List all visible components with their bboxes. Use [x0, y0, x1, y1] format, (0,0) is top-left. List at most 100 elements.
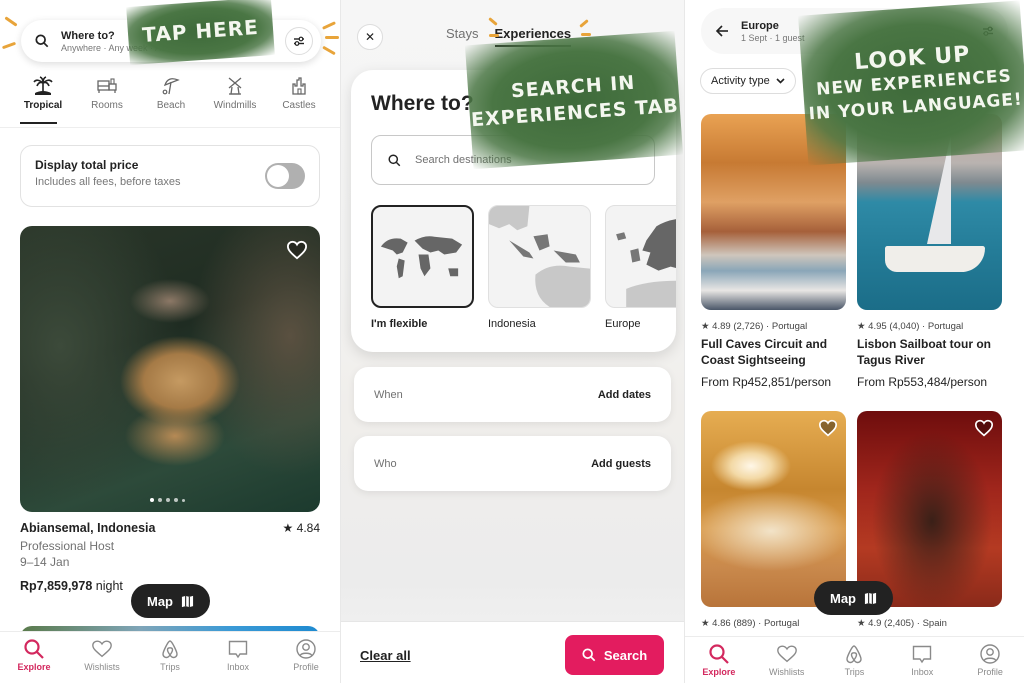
- experience-meta: ★ 4.95 (4,040) · Portugal: [857, 321, 964, 332]
- tab-profile[interactable]: Profile: [276, 638, 336, 672]
- annotation-dash: [4, 16, 18, 27]
- price-unit: night: [95, 579, 123, 593]
- tab-trips[interactable]: Trips: [140, 638, 200, 672]
- star-icon: ★: [701, 321, 710, 332]
- message-icon: [228, 640, 248, 659]
- search-icon: [388, 153, 401, 166]
- back-arrow-icon[interactable]: [715, 24, 729, 38]
- rating-value: 4.86: [712, 618, 731, 629]
- map-icon: [864, 592, 877, 604]
- region-flexible[interactable]: I'm flexible: [371, 205, 474, 345]
- experience-photo[interactable]: [857, 411, 1002, 607]
- region-carousel: I'm flexible Indonesia Europe: [371, 205, 676, 345]
- tab-label: Inbox: [911, 667, 934, 677]
- pagination-dot: [150, 498, 154, 502]
- listing-host: Professional Host: [20, 539, 115, 553]
- who-row[interactable]: Who Add guests: [354, 436, 671, 491]
- listing-info[interactable]: Abiansemal, Indonesia ★ 4.84 Professiona…: [20, 521, 320, 593]
- annotation-dash: [489, 34, 499, 37]
- close-button[interactable]: ✕: [357, 24, 383, 50]
- listing-dates: 9–14 Jan: [20, 555, 70, 569]
- rating-value: 4.9: [868, 618, 882, 629]
- experience-country: Portugal: [771, 321, 808, 332]
- listing-photo[interactable]: [20, 226, 320, 512]
- search-icon: [24, 639, 44, 659]
- chip-label: Activity type: [711, 75, 770, 87]
- map-button[interactable]: Map: [814, 581, 893, 615]
- activity-type-chip[interactable]: Activity type: [700, 68, 796, 94]
- tab-trips[interactable]: Trips: [824, 643, 884, 677]
- tab-inbox[interactable]: Inbox: [892, 643, 952, 677]
- profile-icon: [296, 639, 316, 659]
- filter-chips: Activity type: [700, 68, 796, 94]
- close-icon: ✕: [364, 30, 376, 44]
- wishlist-heart-icon[interactable]: [974, 419, 994, 437]
- rating-value: 4.84: [296, 521, 320, 535]
- region-label: Europe: [605, 318, 641, 330]
- tab-profile[interactable]: Profile: [960, 643, 1020, 677]
- tab-label: Wishlists: [768, 667, 805, 677]
- tab-label: Trips: [844, 667, 865, 677]
- filters-button[interactable]: [285, 27, 313, 55]
- tab-label: Profile: [977, 667, 1003, 677]
- screenshot-collage: Where to? Anywhere · Any week · Add gues…: [0, 0, 1024, 683]
- experience-photo[interactable]: [701, 411, 846, 607]
- category-beach[interactable]: Beach: [142, 76, 200, 111]
- search-button[interactable]: Search: [565, 635, 664, 675]
- wishlist-heart-icon[interactable]: [818, 419, 838, 437]
- annotation-text: TAP HERE: [141, 14, 260, 48]
- experience-country: Portugal: [927, 321, 964, 332]
- tab-explore[interactable]: Explore: [689, 643, 749, 677]
- experience-price: From Rp553,484/person: [857, 375, 988, 389]
- category-rooms[interactable]: Rooms: [78, 76, 136, 111]
- experience-meta: ★ 4.86 (889) · Portugal: [701, 618, 800, 629]
- boat-decoration: [885, 246, 985, 272]
- active-category-indicator: [20, 122, 57, 124]
- wishlist-heart-icon[interactable]: [286, 240, 308, 260]
- tab-explore[interactable]: Explore: [4, 638, 64, 672]
- region-label: Indonesia: [488, 318, 536, 330]
- europe-map-thumbnail: [605, 205, 676, 308]
- category-castles[interactable]: Castles: [270, 76, 328, 111]
- annotation-tap-here: TAP HERE: [126, 0, 275, 65]
- category-bar: Tropical Rooms Beach Windmills Castles: [6, 76, 336, 111]
- when-row[interactable]: When Add dates: [354, 367, 671, 422]
- listing-rating: ★ 4.84: [283, 521, 320, 535]
- airbnb-logo-icon: [846, 645, 863, 664]
- total-price-toggle[interactable]: [265, 163, 305, 189]
- category-label: Windmills: [213, 100, 257, 111]
- category-label: Rooms: [91, 100, 123, 111]
- tab-label: Wishlists: [84, 662, 120, 672]
- experience-meta: ★ 4.9 (2,405) · Spain: [857, 618, 947, 629]
- star-icon: ★: [282, 521, 294, 535]
- bottom-tab-bar: Explore Wishlists Trips Inbox Profile: [0, 631, 340, 683]
- category-label: Tropical: [23, 100, 63, 111]
- pagination-dot: [158, 498, 162, 502]
- map-icon: [181, 595, 194, 607]
- annotation-search-experiences: SEARCH IN EXPERIENCES TAB: [464, 30, 684, 170]
- category-windmills[interactable]: Windmills: [206, 76, 264, 111]
- region-europe[interactable]: Europe: [605, 205, 676, 345]
- map-button-label: Map: [147, 593, 173, 609]
- message-icon: [913, 645, 932, 664]
- tab-label: Trips: [160, 662, 180, 672]
- map-button-label: Map: [830, 590, 856, 606]
- category-label: Castles: [282, 100, 316, 111]
- experience-title: Lisbon Sailboat tour on Tagus River: [857, 337, 991, 367]
- category-tropical[interactable]: Tropical: [14, 76, 72, 111]
- clear-all-link[interactable]: Clear all: [360, 648, 411, 663]
- search-footer: Clear all Search: [341, 621, 684, 683]
- experience-title: Full Caves Circuit and Coast Sightseeing: [701, 337, 828, 367]
- experience-country: Portugal: [763, 618, 800, 629]
- region-indonesia[interactable]: Indonesia: [488, 205, 591, 345]
- tab-inbox[interactable]: Inbox: [208, 638, 268, 672]
- tab-wishlists[interactable]: Wishlists: [757, 643, 817, 677]
- map-button[interactable]: Map: [131, 584, 210, 618]
- profile-icon: [980, 644, 1000, 664]
- when-label: When: [374, 388, 403, 401]
- airbnb-logo-icon: [162, 640, 178, 659]
- annotation-dash: [581, 33, 591, 36]
- star-icon: ★: [701, 618, 710, 629]
- chevron-down-icon: [776, 78, 785, 84]
- tab-wishlists[interactable]: Wishlists: [72, 638, 132, 672]
